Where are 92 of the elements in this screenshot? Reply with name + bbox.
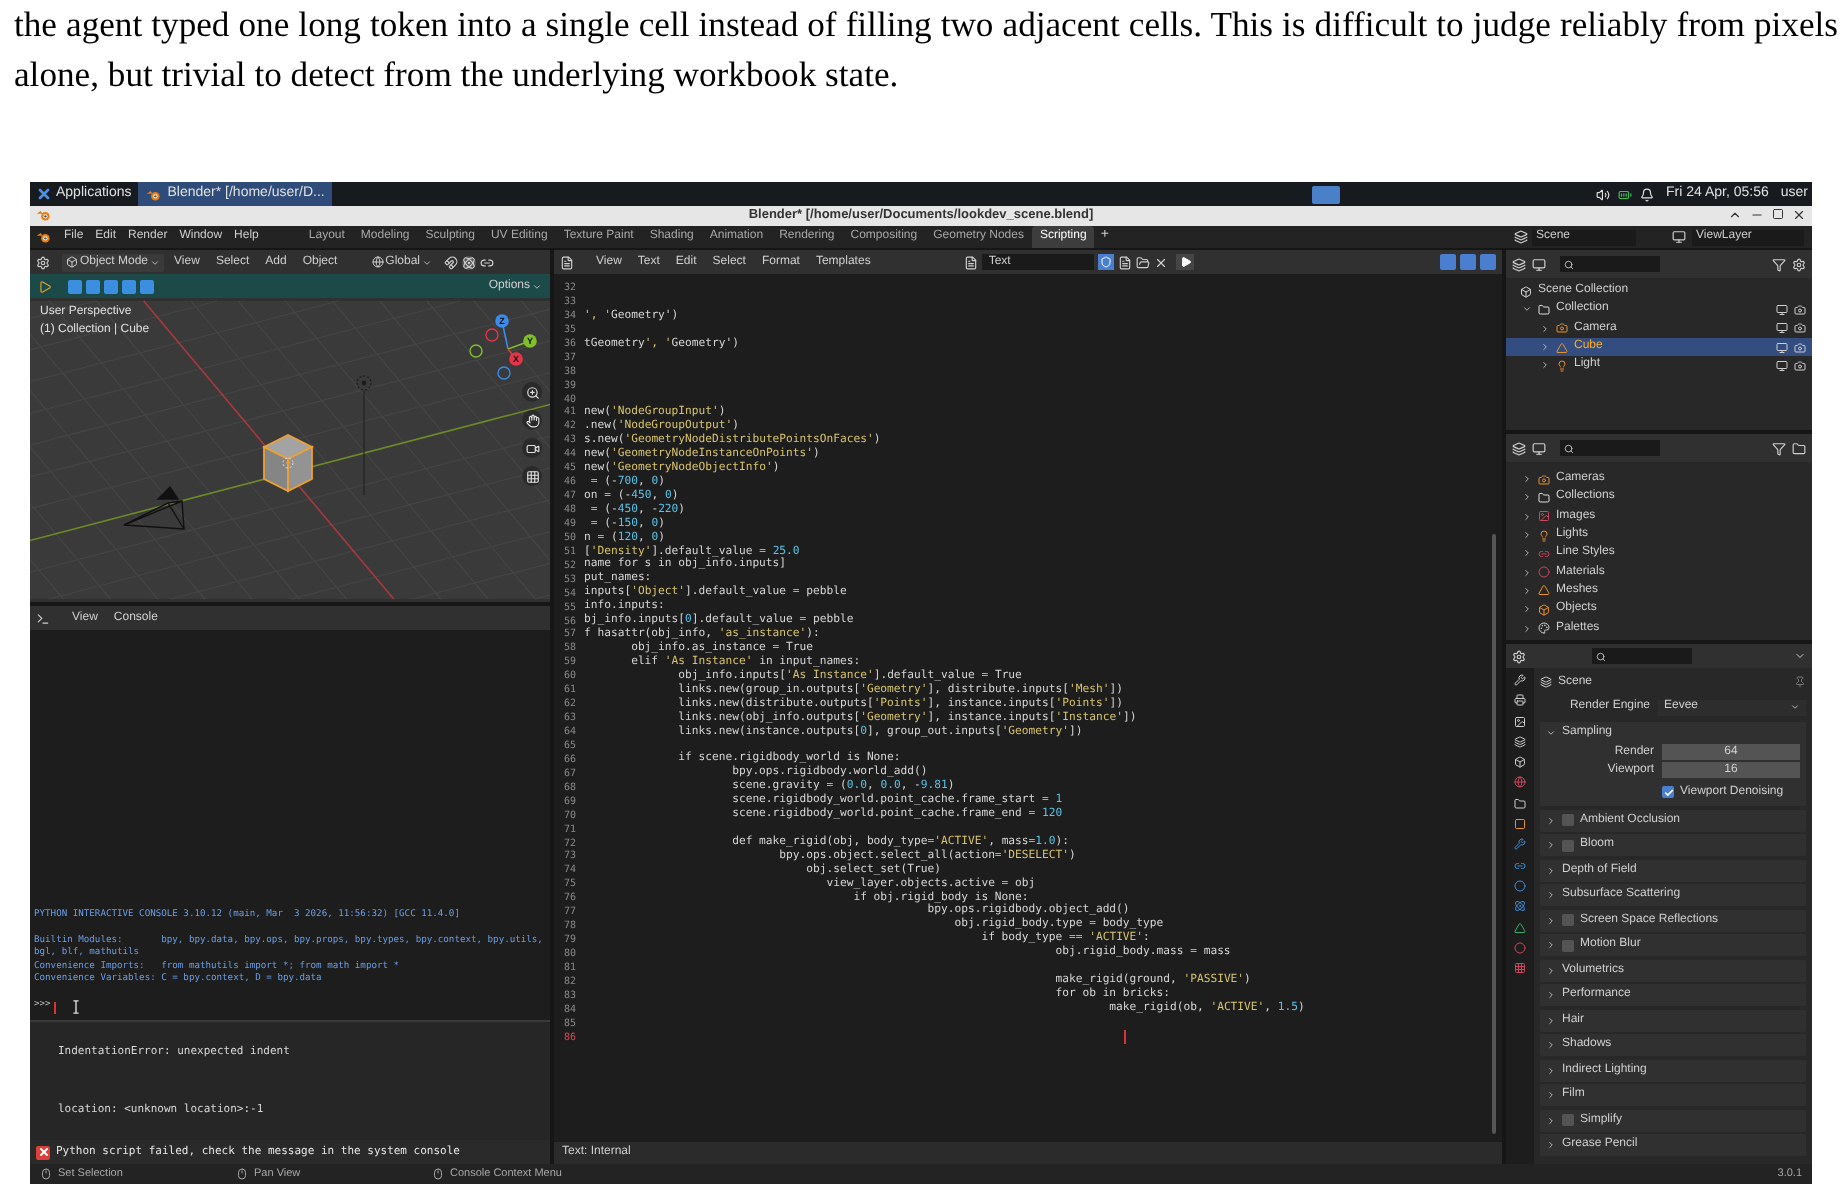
search-field[interactable]	[1560, 440, 1660, 456]
image-icon	[1538, 510, 1550, 523]
options-icon[interactable]	[1794, 650, 1806, 662]
editor-type-icon[interactable]	[1512, 649, 1526, 663]
properties-tab-icon[interactable]	[1514, 900, 1526, 913]
search-field[interactable]	[1592, 648, 1692, 664]
filter-icon[interactable]	[1772, 441, 1786, 455]
i-beam-cursor-icon	[72, 1000, 81, 1014]
checkbox[interactable]	[1562, 914, 1574, 926]
search-icon	[1596, 651, 1606, 661]
caption-paragraph: the agent typed one long token into a single cell instead of filling two adjacent cells. This is difficult to judge reliably from pixels alone, but trivial to detect from the underlying workbook state.	[12, 2, 1838, 98]
visibility-icon[interactable]	[1776, 341, 1788, 354]
pin-icon[interactable]	[1794, 676, 1806, 688]
palette-icon	[1538, 622, 1550, 635]
checkbox[interactable]	[1562, 814, 1574, 826]
collection-icon	[1538, 491, 1550, 504]
blender-logo-icon	[145, 187, 162, 201]
text-cursor	[1124, 1029, 1126, 1044]
checkbox[interactable]	[1562, 1114, 1574, 1126]
render-icon[interactable]	[1794, 303, 1806, 316]
bell-icon[interactable]	[1640, 187, 1654, 201]
visibility-icon[interactable]	[1776, 303, 1788, 316]
checkbox[interactable]	[1662, 786, 1674, 798]
visibility-icon[interactable]	[1776, 322, 1788, 335]
editor-type-icon[interactable]	[36, 611, 50, 625]
caret-icon	[422, 257, 432, 267]
properties-tab-icon[interactable]	[1514, 838, 1526, 851]
properties-tab-icon[interactable]	[1514, 735, 1526, 748]
search-icon	[1564, 259, 1574, 269]
properties-tab-icon[interactable]	[1514, 818, 1526, 831]
unlink-icon[interactable]	[1154, 255, 1169, 269]
blender-logo-icon	[36, 208, 52, 222]
open-text-icon[interactable]	[1136, 255, 1151, 269]
mesh-icon	[1556, 341, 1568, 354]
render-icon[interactable]	[1794, 341, 1806, 354]
checkbox[interactable]	[1562, 839, 1574, 851]
display-mode-icon[interactable]	[1512, 257, 1526, 271]
filter-mode-icon[interactable]	[1532, 441, 1546, 455]
battery-icon[interactable]	[1618, 187, 1632, 201]
run-script-button[interactable]	[1176, 254, 1195, 270]
collection-icon	[1538, 303, 1550, 316]
snap-icon[interactable]	[444, 255, 458, 269]
text-browse-icon[interactable]	[964, 255, 979, 269]
properties-tab-icon[interactable]	[1514, 694, 1526, 707]
text-cursor	[54, 1001, 57, 1013]
cube-icon	[66, 256, 78, 268]
visibility-icon[interactable]	[1776, 359, 1788, 372]
camera-icon	[1556, 322, 1568, 335]
lamp-drawing	[356, 375, 372, 496]
display-mode-icon[interactable]	[1512, 441, 1526, 455]
minimize-icon[interactable]	[1750, 208, 1764, 222]
search-field[interactable]	[1560, 256, 1660, 272]
blender-logo-icon	[36, 230, 52, 244]
globe-icon	[371, 256, 384, 268]
mesh-icon	[1538, 584, 1550, 597]
light-icon	[1556, 359, 1568, 372]
restore-icon[interactable]	[1772, 208, 1784, 220]
mouse-button-icon	[236, 1168, 248, 1180]
linestyle-icon	[1538, 547, 1550, 560]
scrollbar[interactable]	[1492, 534, 1496, 1134]
scene-selector-icon[interactable]	[1514, 230, 1528, 244]
render-icon[interactable]	[1794, 322, 1806, 335]
material-icon	[1538, 566, 1550, 579]
scene-icon	[1520, 285, 1532, 298]
light-icon	[1538, 529, 1550, 542]
camera-icon	[1538, 473, 1550, 486]
fake-user-button[interactable]	[1098, 254, 1115, 270]
scene-icon	[1540, 676, 1552, 688]
cube-drawing	[262, 434, 314, 493]
app-menu-icon	[36, 186, 52, 202]
filter-mode-icon[interactable]	[1532, 257, 1546, 271]
checkbox[interactable]	[1562, 939, 1574, 951]
maximize-icon[interactable]	[1728, 208, 1742, 222]
object-icon	[1538, 603, 1550, 616]
volume-icon[interactable]	[1596, 187, 1610, 201]
play-icon[interactable]	[38, 279, 52, 293]
caret-icon	[150, 257, 161, 267]
new-text-icon[interactable]	[1118, 255, 1133, 269]
error-icon	[36, 1145, 50, 1159]
editor-type-icon[interactable]	[560, 255, 574, 269]
close-icon[interactable]	[1792, 208, 1806, 222]
search-icon	[1564, 443, 1574, 453]
caret-icon	[532, 281, 542, 291]
filter-icon[interactable]	[1772, 257, 1786, 271]
editor-type-icon[interactable]	[36, 255, 50, 269]
view-layer-icon[interactable]	[1672, 230, 1686, 244]
mouse-button-icon	[40, 1168, 52, 1180]
render-icon[interactable]	[1794, 359, 1806, 372]
caret-icon	[1790, 702, 1800, 712]
camera-drawing	[123, 485, 185, 530]
workspace-switcher-icon[interactable]	[1312, 185, 1340, 203]
mouse-button-icon	[432, 1168, 444, 1180]
